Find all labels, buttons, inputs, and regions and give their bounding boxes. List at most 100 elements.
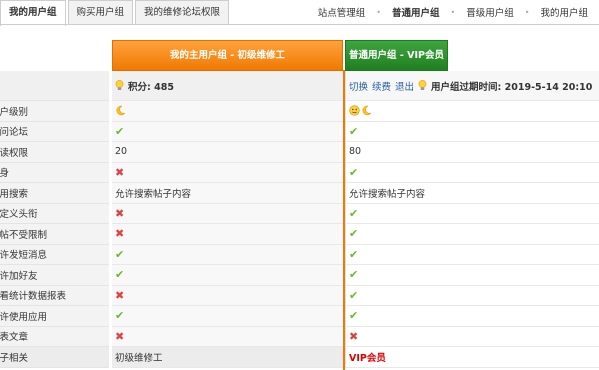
cross-icon: ✖ (115, 165, 125, 179)
table-row: 允许发短消息 ✔ ✔ (0, 244, 599, 265)
table-row: 访问论坛 ✔ ✔ (0, 121, 599, 142)
normal-group-value: ✔ (345, 265, 599, 286)
my-group-header: 我的主用户组 - 初级维修工 (112, 40, 343, 71)
permission-label: 发表文章 (0, 326, 109, 347)
permission-label: 允许加好友 (0, 265, 109, 286)
my-group-value: 允许搜索帖子内容 (112, 183, 343, 204)
table-row: 允许加好友 ✔ ✔ (0, 265, 599, 286)
nav-admin-groups[interactable]: 站点管理组 (307, 5, 377, 19)
table-row: 允许使用应用 ✔ ✔ (0, 306, 599, 327)
normal-group-value: ✔ (345, 285, 599, 306)
permission-label: 用户级别 (0, 101, 109, 122)
points-text: 积分: 485 (128, 81, 174, 93)
table-row: 用户级别 (0, 101, 599, 122)
normal-group-value: ✔ (345, 244, 599, 265)
normal-group-value: 80 (345, 142, 599, 163)
normal-group-value: ✔ (345, 121, 599, 142)
normal-group-value: 允许搜索帖子内容 (345, 183, 599, 204)
check-icon: ✔ (349, 165, 359, 179)
permission-label: 自定义头衔 (0, 203, 109, 224)
lightbulb-icon (115, 80, 124, 90)
permission-label: 查看统计数据报表 (0, 285, 109, 306)
table-row: 使用搜索允许搜索帖子内容允许搜索帖子内容 (0, 183, 599, 204)
cross-icon: ✖ (349, 329, 359, 343)
normal-group-value: ✔ (345, 203, 599, 224)
normal-group-value: ✖ (345, 326, 599, 347)
nav-promotion-groups[interactable]: 晋级用户组 (455, 5, 525, 19)
normal-group-value: ✔ (345, 224, 599, 245)
nav-normal-groups[interactable]: 普通用户组 (381, 5, 451, 19)
check-icon: ✔ (115, 124, 125, 138)
table-row: 帖子相关初级维修工 VIP会员 (0, 347, 599, 368)
my-group-value: ✔ (112, 244, 343, 265)
my-group-value: ✔ (112, 306, 343, 327)
my-group-value: 初级维修工 (112, 347, 343, 368)
tab-buy-groups[interactable]: 购买用户组 (67, 0, 134, 25)
table-row: 查看统计数据报表 ✖ ✔ (0, 285, 599, 306)
my-group-value: ✔ (112, 265, 343, 286)
my-group-value: ✖ (112, 224, 343, 245)
permission-label: 访问论坛 (0, 121, 109, 142)
cross-icon: ✖ (115, 206, 125, 220)
normal-group-value: VIP会员 (345, 347, 599, 368)
permission-label: 发帖不受限制 (0, 224, 109, 245)
table-row: 自定义头衔 ✖ ✔ (0, 203, 599, 224)
tab-forum-permissions[interactable]: 我的维修论坛权限 (135, 0, 230, 25)
group-type-nav: 站点管理组 • 普通用户组 • 晋级用户组 • 我的用户组 (307, 0, 599, 24)
tab-my-groups[interactable]: 我的用户组 (0, 0, 66, 26)
cross-icon: ✖ (115, 329, 125, 343)
value-text: 允许搜索帖子内容 (115, 188, 192, 200)
moon-icon (116, 105, 126, 116)
check-icon: ✔ (349, 247, 359, 261)
tab-divider (0, 24, 599, 25)
normal-group-value (345, 101, 599, 122)
table-row: 发表文章 ✖ ✖ (0, 326, 599, 347)
nav-my-groups[interactable]: 我的用户组 (529, 5, 599, 19)
check-icon: ✔ (115, 309, 125, 323)
table-row: 发帖不受限制 ✖ ✔ (0, 224, 599, 245)
exit-link[interactable]: 退出 (395, 79, 414, 93)
check-icon: ✔ (115, 268, 125, 282)
permission-label: 阅读权限 (0, 142, 109, 163)
my-group-value: ✖ (112, 203, 343, 224)
permission-label: 帖子相关 (0, 347, 109, 368)
value-text: VIP会员 (349, 352, 386, 364)
tab-bar: 我的用户组 购买用户组 我的维修论坛权限 (0, 0, 231, 26)
cross-icon: ✖ (115, 227, 125, 241)
score-label-cell (0, 71, 109, 101)
score-row: 积分: 485 切换 续费 退出 用户组过期时间: 2019-5-14 20:1… (0, 71, 599, 101)
permission-label: 允许使用应用 (0, 306, 109, 327)
points-cell: 积分: 485 (112, 71, 343, 101)
permission-label: 允许发短消息 (0, 244, 109, 265)
normal-group-header: 普通用户组 - VIP会员 (345, 40, 448, 71)
my-group-value: ✔ (112, 121, 343, 142)
table-row: 隐身 ✖ ✔ (0, 162, 599, 183)
my-group-value (112, 101, 343, 122)
switch-link[interactable]: 切换 (349, 79, 368, 93)
renew-link[interactable]: 续费 (372, 79, 391, 93)
cross-icon: ✖ (115, 288, 125, 302)
value-text: 20 (115, 146, 128, 158)
my-group-value: ✖ (112, 285, 343, 306)
check-icon: ✔ (115, 247, 125, 261)
check-icon: ✔ (349, 309, 359, 323)
permission-label: 隐身 (0, 162, 109, 183)
my-group-value: ✖ (112, 326, 343, 347)
my-group-value: 20 (112, 142, 343, 163)
check-icon: ✔ (349, 268, 359, 282)
expiry-cell: 切换 续费 退出 用户组过期时间: 2019-5-14 20:10 (345, 71, 599, 101)
check-icon: ✔ (349, 227, 359, 241)
table-row: 阅读权限 20 80 (0, 142, 599, 163)
value-text: 允许搜索帖子内容 (349, 188, 426, 200)
check-icon: ✔ (349, 124, 359, 138)
my-group-value: ✖ (112, 162, 343, 183)
face-icon (349, 105, 360, 116)
permission-label: 使用搜索 (0, 183, 109, 204)
value-text: 80 (349, 146, 362, 158)
expiry-text: 用户组过期时间: 2019-5-14 20:10 (431, 81, 593, 93)
check-icon: ✔ (349, 288, 359, 302)
normal-group-value: ✔ (345, 306, 599, 327)
normal-group-value: ✔ (345, 162, 599, 183)
value-text: 初级维修工 (115, 352, 163, 364)
lightbulb-icon (418, 80, 427, 90)
